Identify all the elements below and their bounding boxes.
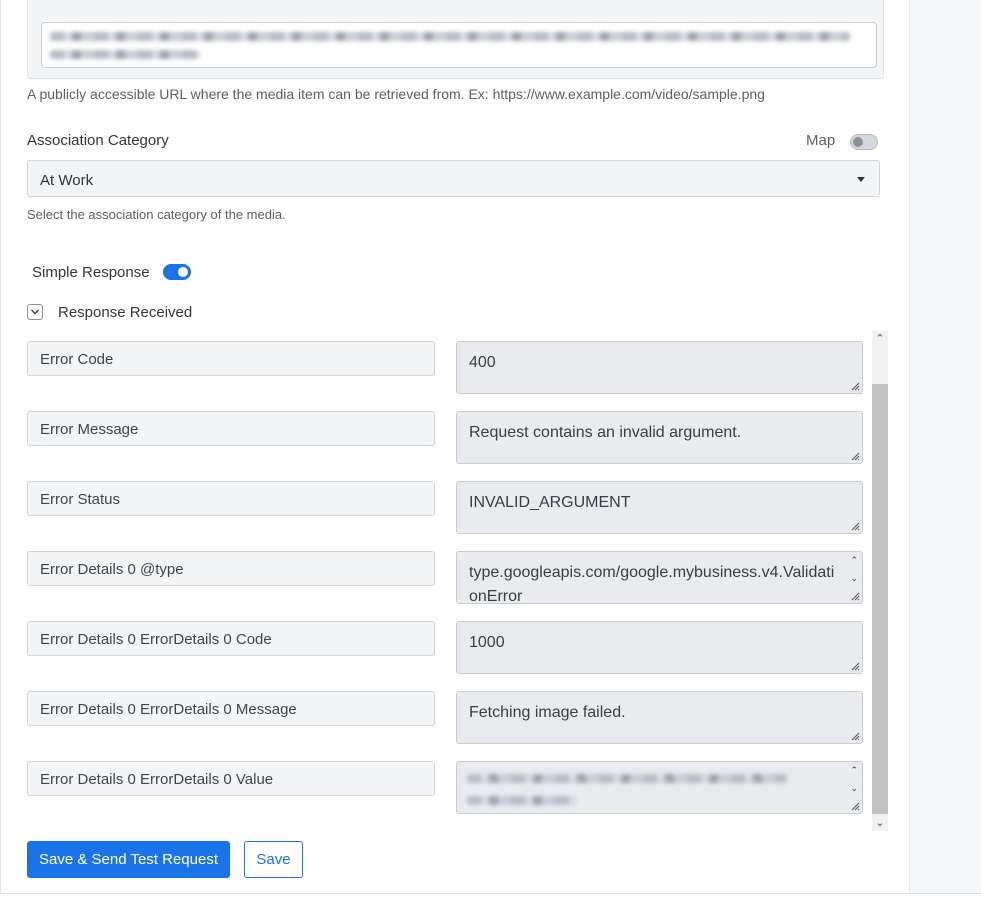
response-value-field[interactable]: Request contains an invalid argument. bbox=[456, 411, 863, 464]
simple-response-label: Simple Response bbox=[32, 264, 150, 281]
simple-response-toggle[interactable] bbox=[163, 264, 191, 280]
response-value-field[interactable]: INVALID_ARGUMENT bbox=[456, 481, 863, 534]
caret-down-icon bbox=[857, 177, 865, 182]
scroll-up-icon[interactable]: ⌃ bbox=[850, 766, 858, 775]
scroll-up-icon[interactable]: ⌃ bbox=[850, 556, 858, 565]
media-url-help: A publicly accessible URL where the medi… bbox=[27, 86, 765, 102]
response-key-field[interactable]: Error Details 0 ErrorDetails 0 Message bbox=[27, 691, 435, 726]
media-url-input[interactable] bbox=[41, 22, 877, 68]
save-button[interactable]: Save bbox=[244, 841, 303, 878]
response-value-field[interactable]: ⌃ ⌄ bbox=[456, 761, 863, 814]
response-key-text: Error Details 0 ErrorDetails 0 Message bbox=[40, 701, 297, 718]
save-and-send-test-request-button[interactable]: Save & Send Test Request bbox=[27, 841, 230, 878]
response-value-text: INVALID_ARGUMENT bbox=[469, 494, 631, 511]
toggle-knob bbox=[853, 137, 863, 147]
response-value-text: Fetching image failed. bbox=[469, 704, 626, 721]
scroll-down-arrow-icon[interactable]: ⌄ bbox=[872, 815, 888, 831]
map-label: Map bbox=[806, 132, 836, 149]
response-value-field[interactable]: Fetching image failed. bbox=[456, 691, 863, 744]
right-gutter bbox=[909, 0, 981, 893]
association-category-label: Association Category bbox=[27, 132, 169, 149]
redacted-url-text bbox=[50, 50, 200, 59]
response-key-text: Error Details 0 @type bbox=[40, 561, 184, 578]
response-key-field[interactable]: Error Status bbox=[27, 481, 435, 516]
scroll-down-icon[interactable]: ⌄ bbox=[850, 784, 858, 793]
toggle-knob bbox=[178, 267, 188, 277]
response-key-field[interactable]: Error Details 0 ErrorDetails 0 Code bbox=[27, 621, 435, 656]
response-key-text: Error Details 0 ErrorDetails 0 Code bbox=[40, 631, 272, 648]
resize-handle-icon[interactable] bbox=[850, 521, 860, 531]
association-category-select[interactable]: At Work bbox=[27, 160, 880, 197]
response-key-field[interactable]: Error Details 0 ErrorDetails 0 Value bbox=[27, 761, 435, 796]
resize-handle-icon[interactable] bbox=[850, 661, 860, 671]
map-toggle[interactable] bbox=[850, 134, 878, 150]
scroll-up-arrow-icon[interactable]: ⌃ bbox=[872, 331, 888, 347]
response-value-text: 1000 bbox=[469, 634, 505, 651]
association-category-help: Select the association category of the m… bbox=[27, 207, 286, 222]
response-key-text: Error Message bbox=[40, 421, 139, 438]
redacted-value-text bbox=[467, 796, 577, 805]
response-received-collapse-toggle[interactable] bbox=[27, 304, 43, 320]
response-value-field[interactable]: 400 bbox=[456, 341, 863, 394]
resize-handle-icon[interactable] bbox=[850, 801, 860, 811]
redacted-value-text bbox=[467, 774, 787, 783]
chevron-down-icon bbox=[31, 309, 39, 315]
response-received-label: Response Received bbox=[58, 304, 193, 321]
response-key-field[interactable]: Error Code bbox=[27, 341, 435, 376]
response-key-field[interactable]: Error Message bbox=[27, 411, 435, 446]
response-key-text: Error Details 0 ErrorDetails 0 Value bbox=[40, 771, 274, 788]
scroll-down-icon[interactable]: ⌄ bbox=[850, 574, 858, 583]
response-value-text: type.googleapis.com/google.mybusiness.v4… bbox=[469, 564, 835, 605]
response-scrollbar-thumb[interactable] bbox=[872, 384, 888, 814]
response-value-field[interactable]: 1000 bbox=[456, 621, 863, 674]
response-value-field[interactable]: type.googleapis.com/google.mybusiness.v4… bbox=[456, 551, 863, 605]
left-border bbox=[0, 0, 1, 893]
resize-handle-icon[interactable] bbox=[850, 451, 860, 461]
response-key-field[interactable]: Error Details 0 @type bbox=[27, 551, 435, 586]
resize-handle-icon[interactable] bbox=[850, 731, 860, 741]
resize-handle-icon[interactable] bbox=[850, 381, 860, 391]
resize-handle-icon[interactable] bbox=[850, 591, 860, 601]
redacted-url-text bbox=[50, 32, 850, 41]
association-category-value: At Work bbox=[40, 172, 94, 189]
response-value-text: Request contains an invalid argument. bbox=[469, 424, 742, 441]
response-value-text: 400 bbox=[469, 354, 496, 371]
response-key-text: Error Status bbox=[40, 491, 121, 508]
response-key-text: Error Code bbox=[40, 351, 114, 368]
media-url-panel bbox=[27, 0, 884, 79]
